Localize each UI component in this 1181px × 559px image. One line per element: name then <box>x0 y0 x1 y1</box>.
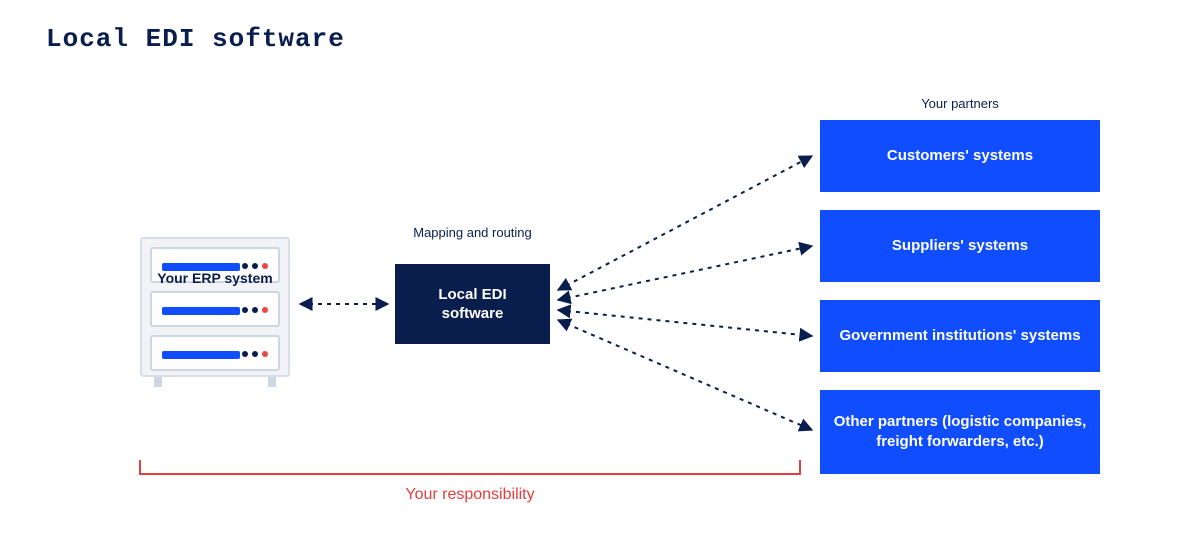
connector-edi-government <box>558 310 812 336</box>
erp-label: Your ERP system <box>125 270 305 286</box>
connector-edi-customers <box>558 156 812 290</box>
connector-edi-other <box>558 320 812 430</box>
connector-edi-suppliers <box>558 246 812 300</box>
responsibility-bracket <box>140 460 800 474</box>
